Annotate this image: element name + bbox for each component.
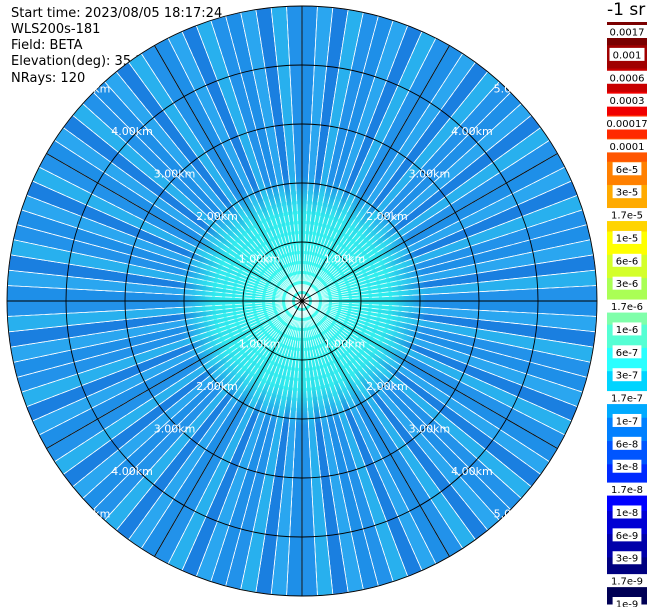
- range-ring-label: 3.00km: [409, 168, 451, 181]
- range-ring-label: 1.00km: [324, 253, 366, 266]
- range-ring-label: 5.00km: [69, 83, 111, 96]
- range-ring-label: 2.00km: [196, 210, 238, 223]
- colorbar-tick-label: 0.0006: [610, 73, 645, 84]
- colorbar-tick-label: 1.7e-7: [611, 394, 643, 405]
- range-ring-label: 3.00km: [154, 422, 196, 435]
- colorbar-tick-label: 1e-5: [616, 233, 639, 244]
- colorbar-tick-label: 6e-6: [616, 256, 639, 267]
- colorbar-tick-label: 6e-7: [616, 348, 639, 359]
- colorbar-tick-label: 6e-5: [616, 165, 639, 176]
- colorbar-tick-label: 3e-8: [616, 462, 639, 473]
- ppi-scan-plot: 1.00km 1.00km 1.00km 1.00km 2.00km 2.00km 2.00…: [6, 5, 647, 607]
- range-ring-label: 4.00km: [111, 465, 153, 478]
- range-ring-label: 5.00km: [494, 507, 536, 520]
- range-ring-label: 2.00km: [366, 380, 408, 393]
- colorbar-tick-label: 1e-7: [616, 416, 639, 427]
- colorbar-tick-label: 0.0003: [610, 96, 645, 107]
- colorbar-tick-label: 0.0001: [610, 142, 645, 153]
- range-ring-label: 1.00km: [239, 253, 281, 266]
- range-ring-label: 3.00km: [154, 168, 196, 181]
- range-ring-label: 2.00km: [196, 380, 238, 393]
- colorbar-tick-label: 0.00017: [606, 119, 647, 130]
- colorbar-tick-label: 1.7e-8: [611, 485, 643, 496]
- colorbar-tick-label: 0.001: [613, 50, 642, 61]
- colorbar-tick-label: 3e-6: [616, 279, 639, 290]
- range-ring-label: 4.00km: [451, 125, 493, 138]
- colorbar-tick-label: 3e-7: [616, 371, 639, 382]
- range-ring-label: 4.00km: [111, 125, 153, 138]
- colorbar-tick-label: 3e-9: [616, 554, 639, 565]
- range-ring-label: 2.00km: [366, 210, 408, 223]
- range-ring-label: 3.00km: [409, 422, 451, 435]
- range-ring-label: 1.00km: [324, 337, 366, 350]
- colorbar-tick-label: 1e-9: [616, 600, 639, 607]
- colorbar-tick-label: 1e-8: [616, 508, 639, 519]
- colorbar-tick-label: 1.7e-5: [611, 211, 643, 222]
- range-ring-label: 5.00km: [69, 507, 111, 520]
- range-ring-label: 4.00km: [451, 465, 493, 478]
- colorbar-tick-label: 6e-8: [616, 439, 639, 450]
- colorbar-tick-label: 6e-9: [616, 531, 639, 542]
- colorbar-tick-label: 1.7e-9: [611, 577, 643, 588]
- colorbar-tick-label: 3e-5: [616, 188, 639, 199]
- colorbar-tick-label: 0.0017: [610, 28, 645, 39]
- colorbar-tick-label: 1.7e-6: [611, 302, 643, 313]
- range-ring-label: 1.00km: [239, 337, 281, 350]
- colorbar: 0.0017 0.001 0.0006 0.0003 0.00017 0.0001 6e-5…: [603, 22, 647, 607]
- range-ring-label: 5.00km: [494, 83, 536, 96]
- colorbar-tick-label: 1e-6: [616, 325, 639, 336]
